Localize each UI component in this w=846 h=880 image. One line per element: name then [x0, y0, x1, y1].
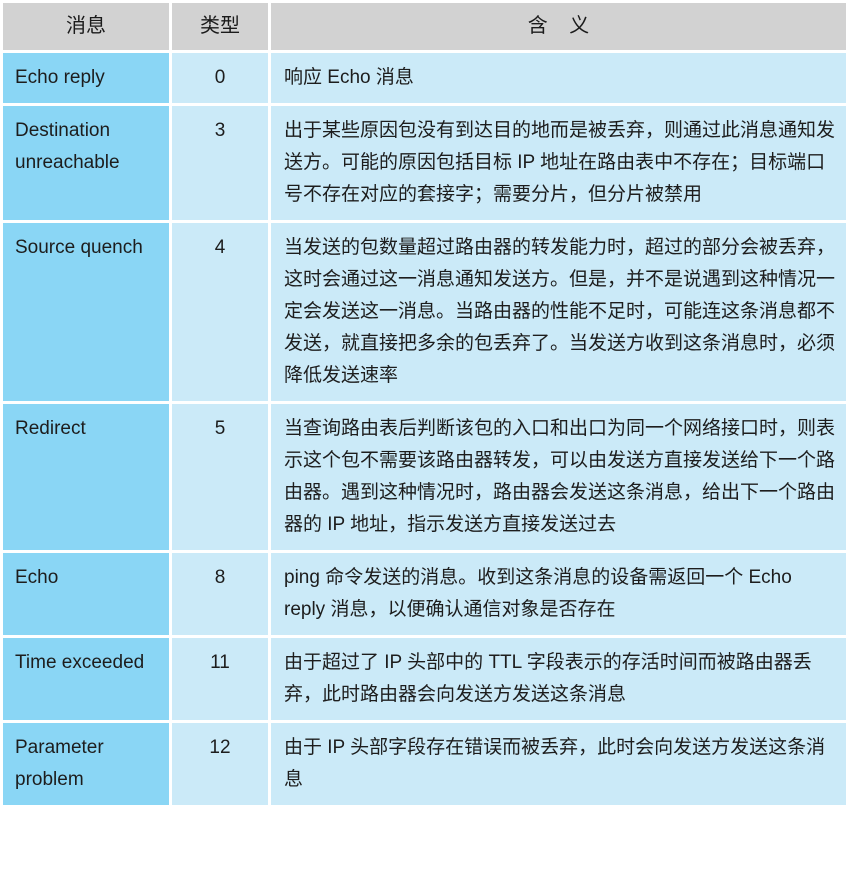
type-text: 0 — [214, 67, 226, 88]
message-text: Parameter problem — [15, 737, 104, 790]
type-text: 3 — [214, 120, 226, 141]
table-body: Echo reply 0 响应 Echo 消息 Destination unre… — [3, 53, 846, 805]
cell-type: 12 — [172, 723, 268, 805]
cell-message: Parameter problem — [3, 723, 169, 805]
type-text: 12 — [209, 737, 231, 758]
message-text: Destination unreachable — [15, 120, 120, 173]
table-row: Parameter problem 12 由于 IP 头部字段存在错误而被丢弃，… — [3, 723, 846, 805]
cell-type: 3 — [172, 106, 268, 220]
cell-type: 11 — [172, 638, 268, 720]
cell-type: 8 — [172, 553, 268, 635]
meaning-text: 当查询路由表后判断该包的入口和出口为同一个网络接口时，则表示这个包不需要该路由器… — [284, 418, 836, 535]
column-header-message: 消息 — [3, 3, 169, 50]
meaning-text: 响应 Echo 消息 — [284, 67, 414, 88]
message-text: Echo — [15, 567, 59, 588]
table-row: Echo 8 ping 命令发送的消息。收到这条消息的设备需返回一个 Echo … — [3, 553, 846, 635]
cell-meaning: 响应 Echo 消息 — [271, 53, 846, 103]
cell-message: Time exceeded — [3, 638, 169, 720]
header-row: 消息 类型 含 义 — [3, 3, 846, 50]
table-header: 消息 类型 含 义 — [3, 3, 846, 50]
message-text: Redirect — [15, 418, 86, 439]
column-header-type: 类型 — [172, 3, 268, 50]
type-text: 8 — [214, 567, 226, 588]
type-text: 5 — [214, 418, 226, 439]
cell-message: Echo reply — [3, 53, 169, 103]
cell-message: Destination unreachable — [3, 106, 169, 220]
cell-message: Source quench — [3, 223, 169, 401]
cell-meaning: 由于 IP 头部字段存在错误而被丢弃，此时会向发送方发送这条消息 — [271, 723, 846, 805]
column-header-meaning: 含 义 — [271, 3, 846, 50]
message-text: Source quench — [15, 237, 143, 258]
table-row: Redirect 5 当查询路由表后判断该包的入口和出口为同一个网络接口时，则表… — [3, 404, 846, 550]
table-row: Destination unreachable 3 出于某些原因包没有到达目的地… — [3, 106, 846, 220]
cell-message: Redirect — [3, 404, 169, 550]
cell-type: 0 — [172, 53, 268, 103]
type-text: 11 — [210, 652, 230, 673]
meaning-text: 由于超过了 IP 头部中的 TTL 字段表示的存活时间而被路由器丢弃，此时路由器… — [284, 652, 812, 705]
table-row: Source quench 4 当发送的包数量超过路由器的转发能力时，超过的部分… — [3, 223, 846, 401]
cell-meaning: ping 命令发送的消息。收到这条消息的设备需返回一个 Echo reply 消… — [271, 553, 846, 635]
type-text: 4 — [214, 237, 226, 258]
message-text: Time exceeded — [15, 652, 145, 673]
meaning-text: 当发送的包数量超过路由器的转发能力时，超过的部分会被丢弃，这时会通过这一消息通知… — [284, 237, 836, 386]
meaning-text: 由于 IP 头部字段存在错误而被丢弃，此时会向发送方发送这条消息 — [284, 737, 826, 790]
cell-meaning: 由于超过了 IP 头部中的 TTL 字段表示的存活时间而被路由器丢弃，此时路由器… — [271, 638, 846, 720]
table-row: Time exceeded 11 由于超过了 IP 头部中的 TTL 字段表示的… — [3, 638, 846, 720]
message-text: Echo reply — [15, 67, 105, 88]
cell-meaning: 当查询路由表后判断该包的入口和出口为同一个网络接口时，则表示这个包不需要该路由器… — [271, 404, 846, 550]
meaning-text: 出于某些原因包没有到达目的地而是被丢弃，则通过此消息通知发送方。可能的原因包括目… — [284, 120, 836, 205]
meaning-text: ping 命令发送的消息。收到这条消息的设备需返回一个 Echo reply 消… — [284, 567, 792, 620]
cell-message: Echo — [3, 553, 169, 635]
cell-meaning: 当发送的包数量超过路由器的转发能力时，超过的部分会被丢弃，这时会通过这一消息通知… — [271, 223, 846, 401]
table-row: Echo reply 0 响应 Echo 消息 — [3, 53, 846, 103]
icmp-message-table: 消息 类型 含 义 Echo reply 0 响应 Echo 消息 Destin… — [0, 0, 846, 808]
cell-type: 4 — [172, 223, 268, 401]
cell-meaning: 出于某些原因包没有到达目的地而是被丢弃，则通过此消息通知发送方。可能的原因包括目… — [271, 106, 846, 220]
cell-type: 5 — [172, 404, 268, 550]
